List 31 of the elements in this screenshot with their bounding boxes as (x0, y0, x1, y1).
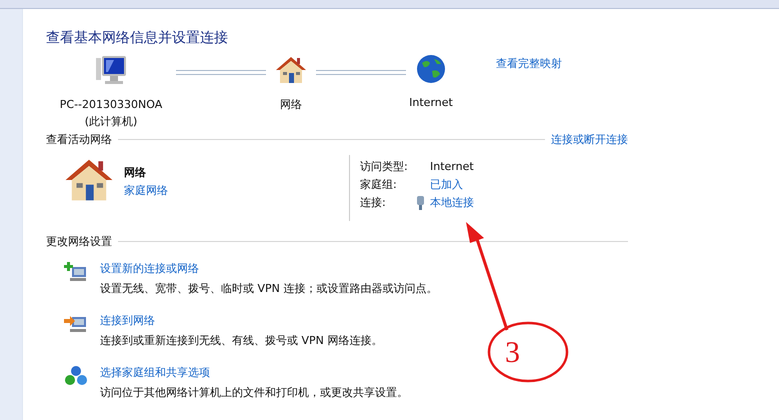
homegroup-icon (64, 365, 88, 387)
cable-icon (416, 196, 425, 210)
property-link[interactable]: 本地连接 (430, 195, 474, 210)
task-link[interactable]: 连接到网络 (100, 313, 382, 328)
property-value: Internet (430, 160, 474, 173)
network-add-icon (64, 261, 88, 283)
view-full-map-link[interactable]: 查看完整映射 (496, 56, 562, 71)
page-title: 查看基本网络信息并设置连接 (46, 29, 229, 48)
network-name: 网络 (124, 165, 147, 180)
node-label: 网络 (280, 97, 302, 113)
house-icon (275, 54, 307, 86)
node-sublabel: (此计算机) (84, 114, 138, 130)
network-type-link[interactable]: 家庭网络 (124, 183, 168, 198)
section-heading: 查看活动网络 (46, 132, 112, 147)
property-label: 家庭组: (360, 177, 398, 192)
task-link[interactable]: 选择家庭组和共享选项 (100, 365, 408, 380)
connect-disconnect-link[interactable]: 连接或断开连接 (551, 132, 628, 147)
annotation-number: 3 (505, 336, 520, 369)
property-link[interactable]: 已加入 (430, 177, 463, 192)
task-description: 访问位于其他网络计算机上的文件和打印机，或更改共享设置。 (100, 385, 408, 400)
property-label: 访问类型: (360, 159, 409, 174)
node-label: Internet (409, 95, 453, 111)
task-description: 连接到或重新连接到无线、有线、拨号或 VPN 网络连接。 (100, 333, 382, 348)
computer-icon (94, 54, 128, 86)
section-heading: 更改网络设置 (46, 234, 112, 249)
property-label: 连接: (360, 195, 387, 210)
task-link[interactable]: 设置新的连接或网络 (100, 261, 438, 276)
globe-icon (416, 54, 446, 84)
node-label: PC--20130330NOA (60, 97, 162, 113)
task-description: 设置无线、宽带、拨号、临时或 VPN 连接；或设置路由器或访问点。 (100, 281, 438, 296)
network-connect-icon (64, 313, 88, 335)
